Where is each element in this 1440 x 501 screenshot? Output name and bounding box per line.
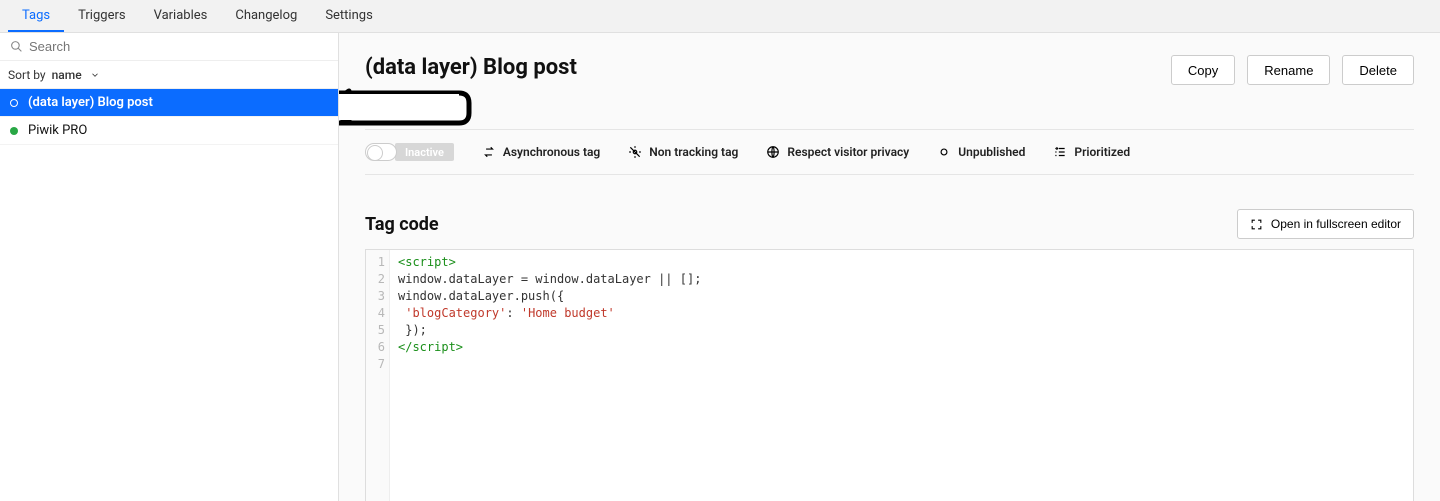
code-body[interactable]: <script> window.dataLayer = window.dataL… [390, 250, 709, 501]
sort-row[interactable]: Sort by name [0, 61, 338, 89]
page-title: (data layer) Blog post [365, 55, 577, 80]
rename-button[interactable]: Rename [1247, 55, 1330, 85]
list-item-label: Piwik PRO [28, 123, 87, 138]
flag-unpublished: Unpublished [937, 145, 1025, 159]
search-icon [10, 40, 23, 53]
nav-tab-triggers[interactable]: Triggers [64, 0, 139, 32]
list-item-label: (data layer) Blog post [28, 95, 153, 110]
status-indicator-icon [10, 127, 18, 135]
status-indicator-icon [10, 99, 18, 107]
active-toggle-group: Inactive [365, 143, 454, 161]
flag-nontracking: Non tracking tag [628, 145, 738, 159]
circle-icon [937, 145, 951, 159]
swap-icon [482, 145, 496, 159]
code-editor[interactable]: 1 2 3 4 5 6 7 <script> window.dataLayer … [365, 249, 1414, 501]
flag-async: Asynchronous tag [482, 145, 600, 159]
globe-shield-icon [766, 145, 780, 159]
header-row: (data layer) Blog post Copy Rename Delet… [365, 33, 1414, 85]
active-toggle[interactable] [365, 143, 397, 161]
flags-row: Inactive Asynchronous tag Non tracking t… [365, 129, 1414, 175]
copy-button[interactable]: Copy [1171, 55, 1235, 85]
flag-label: Prioritized [1074, 145, 1130, 159]
search-row [0, 33, 338, 61]
sort-value: name [52, 68, 82, 82]
top-nav: Tags Triggers Variables Changelog Settin… [0, 0, 1440, 33]
flag-label: Unpublished [958, 145, 1025, 159]
sidebar: Sort by name (data layer) Blog post Piwi… [0, 33, 339, 501]
content-pane: (data layer) Blog post Copy Rename Delet… [339, 33, 1440, 501]
priority-list-icon [1053, 145, 1067, 159]
code-section-head: Tag code Open in fullscreen editor [365, 209, 1414, 239]
chevron-down-icon [90, 70, 100, 80]
tag-list: (data layer) Blog post Piwik PRO [0, 89, 338, 501]
flag-label: Respect visitor privacy [787, 145, 909, 159]
list-item[interactable]: (data layer) Blog post [0, 89, 338, 117]
header-actions: Copy Rename Delete [1171, 55, 1414, 85]
nav-tab-changelog[interactable]: Changelog [221, 0, 311, 32]
flag-label: Asynchronous tag [503, 145, 600, 159]
no-location-icon [628, 145, 642, 159]
fullscreen-icon [1250, 218, 1263, 231]
code-gutter: 1 2 3 4 5 6 7 [366, 250, 390, 501]
open-fullscreen-label: Open in fullscreen editor [1271, 217, 1401, 231]
flag-privacy: Respect visitor privacy [766, 145, 909, 159]
sort-label: Sort by [8, 68, 46, 82]
code-section-title: Tag code [365, 214, 439, 235]
nav-tab-variables[interactable]: Variables [140, 0, 222, 32]
nav-tab-settings[interactable]: Settings [311, 0, 386, 32]
inactive-badge: Inactive [395, 143, 454, 161]
flag-prioritized: Prioritized [1053, 145, 1130, 159]
annotation-arrow-icon [339, 85, 479, 129]
list-item[interactable]: Piwik PRO [0, 117, 338, 145]
nav-tab-tags[interactable]: Tags [8, 0, 64, 32]
delete-button[interactable]: Delete [1342, 55, 1414, 85]
search-input[interactable] [29, 39, 328, 54]
flag-label: Non tracking tag [649, 145, 738, 159]
open-fullscreen-button[interactable]: Open in fullscreen editor [1237, 209, 1414, 239]
